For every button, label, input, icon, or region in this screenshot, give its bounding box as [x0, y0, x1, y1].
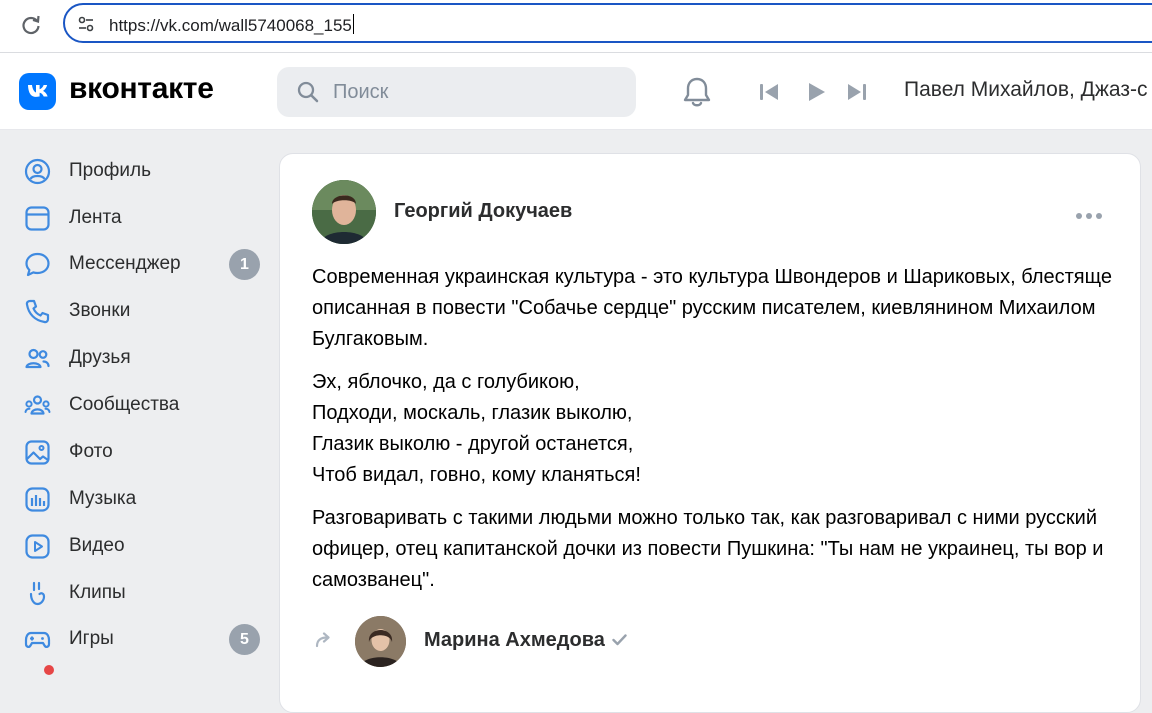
author-avatar[interactable]: [312, 180, 376, 244]
more-options-icon[interactable]: [1075, 207, 1103, 219]
post-card: Георгий Докучаев Современная украинская …: [279, 153, 1141, 713]
sidebar-item-photos[interactable]: Фото: [0, 429, 270, 473]
repost-author-avatar[interactable]: [355, 616, 406, 667]
games-count-badge: 5: [229, 624, 260, 655]
sidebar-item-friends[interactable]: Друзья: [0, 335, 270, 379]
games-icon: [24, 626, 51, 653]
photo-icon: [24, 439, 51, 466]
repost-icon: [313, 629, 335, 651]
sidebar-item-calls[interactable]: Звонки: [0, 288, 270, 332]
post-paragraph: Современная украинская культура - это ку…: [312, 266, 1112, 350]
messenger-icon: [24, 251, 51, 278]
search-placeholder: Поиск: [333, 81, 389, 103]
clips-icon: [24, 580, 51, 607]
vk-wordmark[interactable]: вконтакте: [69, 72, 214, 106]
post-body: Современная украинская культура - это ку…: [312, 262, 1112, 608]
sidebar-item-video[interactable]: Видео: [0, 523, 270, 567]
sidebar-item-communities[interactable]: Сообщества: [0, 382, 270, 426]
address-bar[interactable]: https://vk.com/wall5740068_155: [63, 3, 1152, 43]
play-icon[interactable]: [805, 81, 827, 103]
search-icon: [296, 80, 320, 104]
verse-line: Эх, яблочко, да с голубикою,: [312, 371, 580, 393]
sidebar-item-label: Музыка: [69, 488, 137, 509]
sidebar-item-label: Мессенджер: [69, 253, 181, 274]
repost-author-name[interactable]: Марина Ахмедова: [424, 629, 605, 651]
sidebar-item-label: Профиль: [69, 160, 152, 181]
post-author-name[interactable]: Георгий Докучаев: [394, 200, 572, 223]
sidebar-item-games[interactable]: Игры 5: [0, 616, 270, 660]
sidebar-item-clips[interactable]: Клипы: [0, 570, 270, 614]
sidebar-item-profile[interactable]: Профиль: [0, 148, 270, 192]
sidebar-item-label: Клипы: [69, 582, 126, 603]
site-info-icon[interactable]: [77, 15, 95, 33]
verse-line: Чтоб видал, говно, кому кланяться!: [312, 464, 641, 486]
sidebar-item-label: Фото: [69, 441, 113, 462]
previous-track-icon[interactable]: [758, 81, 780, 103]
now-playing-title[interactable]: Павел Михайлов, Джаз-с: [904, 78, 1152, 102]
verse-line: Глазик выколю - другой останется,: [312, 433, 634, 455]
search-input[interactable]: Поиск: [277, 67, 636, 117]
communities-icon: [24, 392, 51, 419]
verse-line: Подходи, москаль, глазик выколю,: [312, 402, 633, 424]
video-icon: [24, 533, 51, 560]
url-text[interactable]: https://vk.com/wall5740068_155: [109, 16, 352, 35]
sidebar-item-label: Друзья: [69, 347, 131, 368]
phone-icon: [24, 298, 51, 325]
sidebar-item-label: Видео: [69, 535, 125, 556]
sidebar-item-feed[interactable]: Лента: [0, 195, 270, 239]
sidebar-item-label: Звонки: [69, 300, 131, 321]
notification-dot: [44, 665, 54, 675]
reload-icon[interactable]: [18, 12, 44, 38]
sidebar-item-label: Игры: [69, 628, 114, 649]
profile-icon: [24, 158, 51, 185]
sidebar-item-messenger[interactable]: Мессенджер 1: [0, 241, 270, 285]
music-icon: [24, 486, 51, 513]
post-verse: Эх, яблочко, да с голубикою, Подходи, мо…: [312, 367, 1112, 491]
sidebar-item-label: Сообщества: [69, 394, 180, 415]
unread-count-badge: 1: [229, 249, 260, 280]
post-paragraph: Разговаривать с такими людьми можно толь…: [312, 507, 1104, 591]
left-sidebar: Профиль Лента Мессенджер 1 Звонки Друзья…: [0, 130, 270, 671]
vk-logo-icon[interactable]: [19, 73, 56, 110]
text-caret: [352, 14, 354, 34]
verified-check-icon: [611, 631, 628, 648]
sidebar-item-music[interactable]: Музыка: [0, 476, 270, 520]
browser-toolbar: https://vk.com/wall5740068_155: [0, 0, 1152, 53]
notifications-bell-icon[interactable]: [681, 75, 713, 109]
friends-icon: [24, 345, 51, 372]
feed-icon: [24, 205, 51, 232]
next-track-icon[interactable]: [846, 81, 868, 103]
sidebar-item-label: Лента: [69, 207, 122, 228]
vk-header: вконтакте Поиск Павел Михайлов, Джаз-с: [0, 53, 1152, 130]
